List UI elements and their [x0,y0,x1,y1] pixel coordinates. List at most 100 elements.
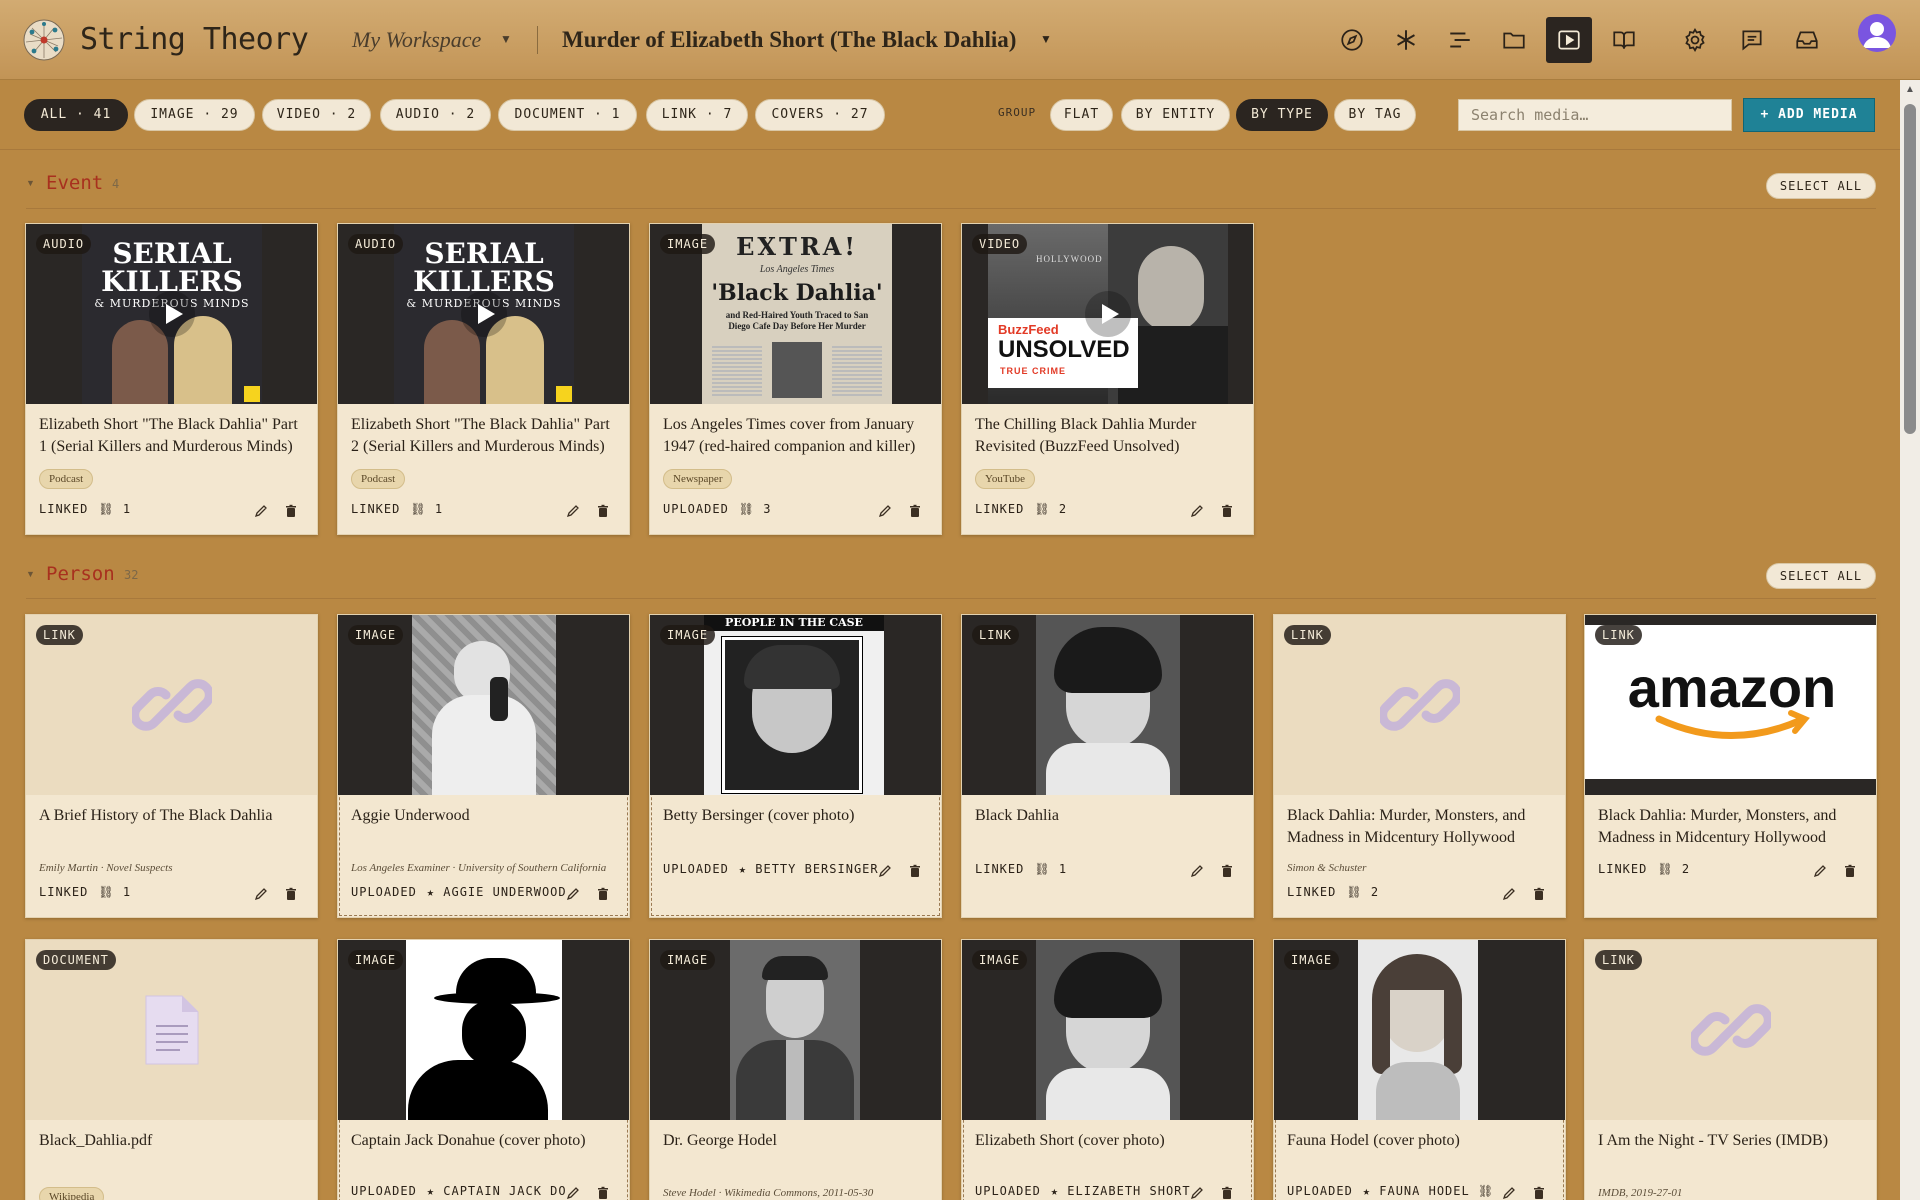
media-card[interactable]: EXTRA! Los Angeles Times 'Black Dahlia' … [649,223,942,535]
scrollbar-thumb[interactable] [1904,104,1916,434]
filter-document[interactable]: DOCUMENT · 1 [498,99,637,131]
edit-icon[interactable] [254,887,270,903]
card-title[interactable]: I Am the Night - TV Series (IMDB) [1598,1130,1868,1152]
trash-icon[interactable] [1532,1186,1548,1200]
inbox-icon[interactable] [1784,17,1830,63]
media-card[interactable]: IMAGE Dr. George Hodel Steve Hodel · Wik… [649,939,942,1200]
media-card[interactable]: SERIAL KILLERS & MURDEROUS MINDS AUDIO El… [337,223,630,535]
trash-icon[interactable] [1220,864,1236,880]
media-card[interactable]: LINK A Brief History of The Black Dahlia… [25,614,318,918]
tag-chip[interactable]: Wikipedia [39,1187,105,1200]
trash-icon[interactable] [1220,504,1236,520]
media-card[interactable]: IMAGE Captain Jack Donahue (cover photo)… [337,939,630,1200]
tag-chip[interactable]: YouTube [975,469,1036,489]
media-card[interactable]: IMAGE Elizabeth Short (cover photo) UPLO… [961,939,1254,1200]
edit-icon[interactable] [878,504,894,520]
chevron-down-icon[interactable]: ▼ [26,178,35,188]
tag-chip[interactable]: Podcast [351,469,406,489]
edit-icon[interactable] [1190,864,1206,880]
media-card[interactable]: LINK Black Dahlia LINKED ⛓ 1 [961,614,1254,918]
card-title[interactable]: Elizabeth Short "The Black Dahlia" Part … [351,414,621,458]
trash-icon[interactable] [596,504,612,520]
trash-icon[interactable] [1843,864,1859,880]
card-title[interactable]: Elizabeth Short (cover photo) [975,1130,1245,1152]
edit-icon[interactable] [878,864,894,880]
search-input[interactable] [1458,99,1732,131]
select-all-button[interactable]: SELECT ALL [1766,563,1876,589]
asterisk-icon[interactable] [1383,17,1429,63]
edit-icon[interactable] [566,887,582,903]
card-title[interactable]: Elizabeth Short "The Black Dahlia" Part … [39,414,309,458]
edit-icon[interactable] [1502,1186,1518,1200]
filter-video[interactable]: VIDEO · 2 [262,99,371,131]
media-card[interactable]: amazon LINK Black Dahlia: Murder, Monste… [1584,614,1877,918]
card-title[interactable]: Aggie Underwood [351,805,621,827]
card-title[interactable]: Dr. George Hodel [663,1130,933,1152]
workspace-selector[interactable]: My Workspace [352,26,481,54]
media-card[interactable]: HOLLYWOOD BuzzFeed UNSOLVED TRUE CRIME V… [961,223,1254,535]
media-card[interactable]: LINK I Am the Night - TV Series (IMDB) I… [1584,939,1877,1200]
trash-icon[interactable] [1532,887,1548,903]
edit-icon[interactable] [1813,864,1829,880]
select-all-button[interactable]: SELECT ALL [1766,173,1876,199]
trash-icon[interactable] [908,864,924,880]
timeline-icon[interactable] [1437,17,1483,63]
media-card[interactable]: DOCUMENT Black_Dahlia.pdf Wikipedia [25,939,318,1200]
media-icon[interactable] [1546,17,1592,63]
edit-icon[interactable] [1502,887,1518,903]
media-card[interactable]: SERIAL KILLERS & MURDEROUS MINDS AUDIO El… [25,223,318,535]
tag-chip[interactable]: Newspaper [663,469,733,489]
media-card[interactable]: PEOPLE IN THE CASE IMAGE Betty Bersinger… [649,614,942,918]
card-title[interactable]: Black Dahlia: Murder, Monsters, and Madn… [1287,805,1557,849]
gear-icon[interactable] [1672,17,1718,63]
card-title[interactable]: Black_Dahlia.pdf [39,1130,309,1152]
card-title[interactable]: Betty Bersinger (cover photo) [663,805,933,827]
add-media-button[interactable]: + ADD MEDIA [1743,98,1875,132]
card-title[interactable]: Black Dahlia [975,805,1245,827]
trash-icon[interactable] [1220,1186,1236,1200]
group-by-type[interactable]: BY TYPE [1236,99,1328,131]
media-card[interactable]: IMAGE Aggie Underwood Los Angeles Examin… [337,614,630,918]
card-title[interactable]: Black Dahlia: Murder, Monsters, and Madn… [1598,805,1868,849]
folder-icon[interactable] [1491,17,1537,63]
media-card[interactable]: LINK Black Dahlia: Murder, Monsters, and… [1273,614,1566,918]
trash-icon[interactable] [596,887,612,903]
trash-icon[interactable] [284,887,300,903]
user-avatar[interactable] [1858,14,1896,52]
group-flat[interactable]: FLAT [1050,99,1113,131]
book-icon[interactable] [1601,17,1647,63]
group-by-tag[interactable]: BY TAG [1334,99,1416,131]
filter-all[interactable]: ALL · 41 [24,99,128,131]
trash-icon[interactable] [596,1186,612,1200]
edit-icon[interactable] [254,504,270,520]
play-icon[interactable] [460,291,507,337]
edit-icon[interactable] [1190,504,1206,520]
card-title[interactable]: The Chilling Black Dahlia Murder Revisit… [975,414,1245,458]
trash-icon[interactable] [908,504,924,520]
trash-icon[interactable] [284,504,300,520]
chat-icon[interactable] [1729,17,1775,63]
filter-audio[interactable]: AUDIO · 2 [380,99,491,131]
group-by-entity[interactable]: BY ENTITY [1121,99,1230,131]
case-selector[interactable]: Murder of Elizabeth Short (The Black Dah… [562,25,1016,55]
string-theory-logo-icon[interactable] [22,18,66,62]
card-title[interactable]: A Brief History of The Black Dahlia [39,805,309,827]
filter-image[interactable]: IMAGE · 29 [134,99,255,131]
filter-link[interactable]: LINK · 7 [646,99,748,131]
edit-icon[interactable] [566,1186,582,1200]
play-icon[interactable] [1084,291,1131,337]
play-icon[interactable] [148,291,195,337]
scroll-up-arrow-icon[interactable]: ▲ [1905,84,1915,95]
edit-icon[interactable] [1190,1186,1206,1200]
card-title[interactable]: Fauna Hodel (cover photo) [1287,1130,1557,1152]
card-title[interactable]: Los Angeles Times cover from January 194… [663,414,933,458]
card-title[interactable]: Captain Jack Donahue (cover photo) [351,1130,621,1152]
media-card[interactable]: IMAGE Fauna Hodel (cover photo) UPLOADED… [1273,939,1566,1200]
chevron-down-icon[interactable]: ▼ [1040,32,1052,47]
chevron-down-icon[interactable]: ▼ [26,569,35,579]
edit-icon[interactable] [566,504,582,520]
chevron-down-icon[interactable]: ▼ [500,32,512,47]
compass-icon[interactable] [1329,17,1375,63]
tag-chip[interactable]: Podcast [39,469,94,489]
filter-covers[interactable]: COVERS · 27 [755,99,885,131]
